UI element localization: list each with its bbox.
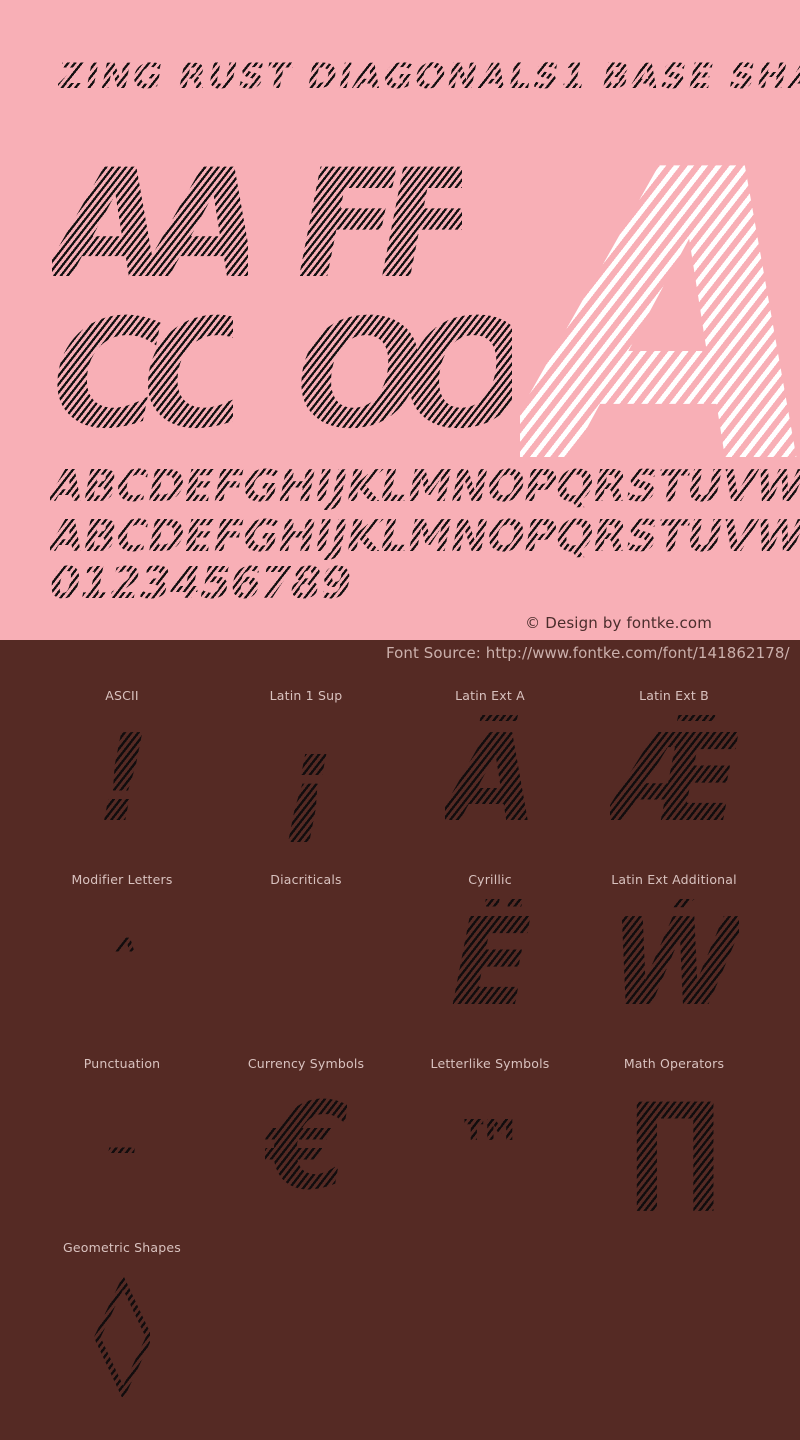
unicode-block-sample: Ǣ: [582, 710, 766, 850]
unicode-block-glyph: Ā: [444, 710, 538, 849]
unicode-block-label: Currency Symbols: [247, 1056, 365, 1071]
alphabet-uppercase-row: ABCDEFGHIJKLMNOPQRSTUVWXYZ: [50, 463, 800, 511]
unicode-block-label: Latin Ext B: [639, 688, 709, 703]
glyph-sample-cc: CC: [52, 288, 253, 462]
alphabet-lowercase-row: ABCDEFGHIJKLMNOPQRSTUVWXYZ: [50, 513, 800, 561]
unicode-block-glyph: Ǣ: [610, 710, 740, 849]
unicode-block-cell[interactable]: Currency Symbols €: [214, 1040, 398, 1224]
unicode-block-label: Latin Ext A: [455, 688, 525, 703]
unicode-block-label: Diacriticals: [270, 872, 342, 887]
unicode-block-sample: ̀: [214, 894, 398, 1034]
unicode-block-cell[interactable]: Math Operators ∏: [582, 1040, 766, 1224]
unicode-block-cell[interactable]: Geometric Shapes ◊: [30, 1224, 214, 1408]
glyph-sample-ff: FF: [296, 138, 481, 312]
unicode-block-glyph: €: [265, 1078, 349, 1217]
unicode-block-sample: ‒: [30, 1078, 214, 1218]
unicode-block-sample: !: [30, 710, 214, 850]
unicode-block-cell[interactable]: Diacriticals̀: [214, 856, 398, 1040]
unicode-block-glyph: ™: [453, 1105, 528, 1191]
unicode-block-row: Punctuation ‒ Currency Symbols € Letterlike …: [0, 1040, 800, 1224]
unicode-block-cell[interactable]: Latin Ext B Ǣ: [582, 672, 766, 856]
unicode-block-label: Modifier Letters: [71, 872, 173, 887]
unicode-block-glyph: Ё: [450, 894, 532, 1033]
unicode-block-cell[interactable]: Latin Ext Additional Ẃ: [582, 856, 766, 1040]
unicode-block-sample: ™: [398, 1078, 582, 1218]
digits-row: 0123456789: [50, 558, 351, 609]
unicode-block-cell[interactable]: Letterlike Symbols ™: [398, 1040, 582, 1224]
unicode-block-label: Geometric Shapes: [63, 1240, 181, 1255]
specimen-panel: ZING RUST DIAGONALS1 BASE SHADOW3 AA FF …: [0, 0, 800, 640]
unicode-block-sample: Ẃ: [582, 894, 766, 1034]
unicode-block-cell[interactable]: Punctuation ‒: [30, 1040, 214, 1224]
unicode-block-label: ASCII: [105, 688, 139, 703]
unicode-block-label: Letterlike Symbols: [430, 1056, 550, 1071]
unicode-block-glyph: ∏: [627, 1078, 722, 1217]
unicode-block-glyph: Ẃ: [609, 894, 741, 1033]
glyph-sample-aa: AA: [52, 138, 266, 312]
unicode-block-label: Latin 1 Sup: [269, 688, 343, 703]
unicode-block-sample: Ā: [398, 710, 582, 850]
glyph-sample-oo: OO: [296, 288, 532, 462]
unicode-block-label: Cyrillic: [468, 872, 512, 887]
unicode-block-cell[interactable]: Modifier Letters ˄: [30, 856, 214, 1040]
unicode-block-sample: Ё: [398, 894, 582, 1034]
unicode-block-label: Latin Ext Additional: [611, 872, 737, 887]
unicode-block-glyph: ◊: [93, 1262, 153, 1401]
unicode-block-sample: ∏: [582, 1078, 766, 1218]
unicode-block-cell[interactable]: Latin Ext A Ā: [398, 672, 582, 856]
unicode-block-cell[interactable]: Cyrillic Ё: [398, 856, 582, 1040]
unicode-block-row: Modifier Letters˄Diacriticals̀CyrillicЁL…: [0, 856, 800, 1040]
unicode-block-sample: ¡: [214, 710, 398, 850]
unicode-block-cell[interactable]: Latin 1 Sup ¡: [214, 672, 398, 856]
unicode-block-glyph: !: [95, 710, 151, 849]
unicode-block-sample: ◊: [30, 1262, 214, 1402]
copyright-notice: © Design by fontke.com: [525, 614, 712, 632]
unicode-block-cell[interactable]: ASCII!: [30, 672, 214, 856]
font-source-link[interactable]: Font Source: http://www.fontke.com/font/…: [386, 644, 790, 662]
hero-glyph-a: A: [520, 120, 800, 520]
font-specimen-page: ZING RUST DIAGONALS1 BASE SHADOW3 AA FF …: [0, 0, 800, 1440]
unicode-block-row: ASCII! Latin 1 Sup ¡ Latin Ext A Ā Latin Ext …: [0, 672, 800, 856]
unicode-block-glyph: ˄: [108, 930, 137, 998]
unicode-block-glyph: ¡: [279, 710, 335, 849]
unicode-block-sample: €: [214, 1078, 398, 1218]
unicode-block-row: Geometric Shapes ◊: [0, 1224, 800, 1408]
unicode-block-label: Math Operators: [623, 1056, 725, 1071]
unicode-block-sample: ˄: [30, 894, 214, 1034]
unicode-block-label: Punctuation: [83, 1056, 161, 1071]
unicode-block-glyph: ‒: [107, 1120, 138, 1176]
unicode-blocks-grid: ASCII! Latin 1 Sup ¡ Latin Ext A Ā Latin Ext …: [0, 672, 800, 1408]
